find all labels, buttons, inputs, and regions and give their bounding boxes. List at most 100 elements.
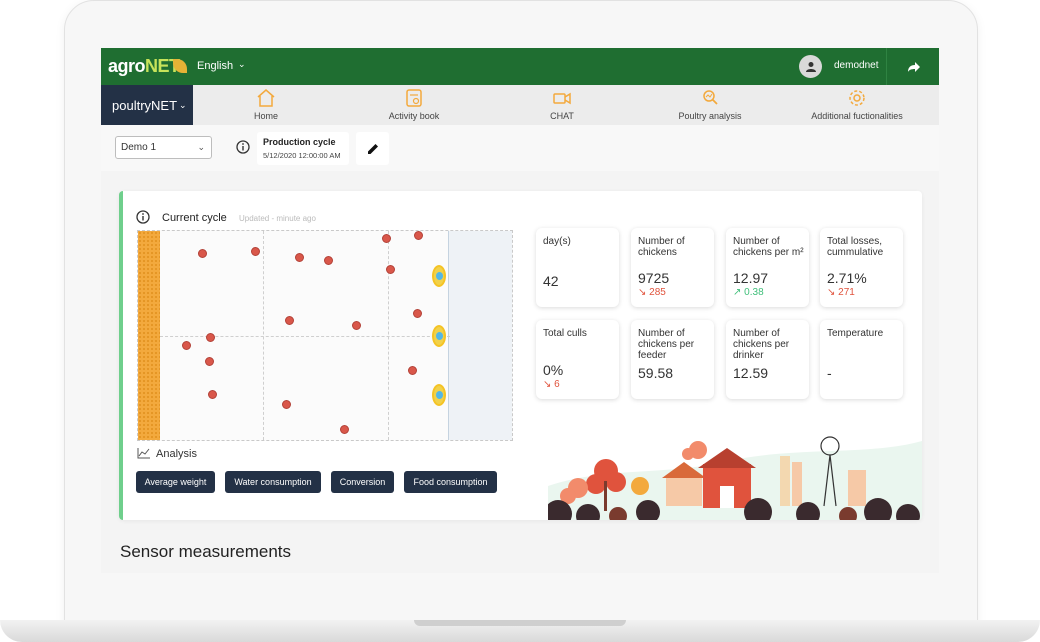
share-arrow-icon — [907, 61, 920, 72]
poultry-analysis-icon — [703, 90, 718, 105]
production-cycle-title: Production cycle — [263, 137, 336, 147]
nav-poultry-analysis-label: Poultry analysis — [678, 111, 742, 121]
stat-label: Total culls — [543, 328, 587, 339]
info-icon[interactable] — [236, 140, 250, 154]
trend-up-icon: ↗ — [733, 287, 742, 298]
stat-tile-culls: Total culls 0% ↘ 6 — [536, 320, 619, 399]
production-cycle-date: 5/12/2020 12:00:00 AM — [263, 151, 341, 160]
nav-activity-book[interactable]: Activity book — [349, 88, 479, 121]
stat-label: day(s) — [543, 236, 571, 247]
stat-tile-days: day(s) 42 — [536, 228, 619, 307]
cycle-select-value: Demo 1 — [121, 142, 157, 153]
current-cycle-title: Current cycle — [162, 212, 227, 224]
stat-label: Number of chickens per drinker — [733, 328, 790, 361]
feeder-strip — [138, 231, 160, 440]
trend-down-icon: ↘ — [827, 287, 836, 298]
stat-label: Temperature — [827, 328, 884, 339]
agronet-logo[interactable]: agroNET — [108, 56, 180, 77]
chicken-marker[interactable] — [285, 316, 294, 325]
nav-home-label: Home — [253, 111, 278, 121]
grid-line — [160, 336, 450, 337]
stat-tile-losses: Total losses, cummulative 2.71% ↘ 271 — [820, 228, 903, 307]
stat-delta: ↘ 285 — [638, 287, 666, 298]
food-consumption-button[interactable]: Food consumption — [404, 471, 497, 493]
chicken-marker[interactable] — [340, 425, 349, 434]
water-consumption-button[interactable]: Water consumption — [225, 471, 321, 493]
cycle-select[interactable]: Demo 1 ⌄ — [115, 136, 212, 159]
main-nav: poultryNET ⌄ Home Activity book CHAT Pou… — [101, 85, 939, 125]
drinker-marker[interactable] — [432, 384, 446, 406]
chicken-marker[interactable] — [414, 231, 423, 240]
chicken-marker[interactable] — [208, 390, 217, 399]
drinker-marker[interactable] — [432, 265, 446, 287]
stat-delta: ↘ 271 — [827, 287, 855, 298]
stat-tile-per-feeder: Number of chickens per feeder 59.58 — [631, 320, 714, 399]
language-selector[interactable]: English — [197, 60, 233, 72]
production-cycle-card: Production cycle 5/12/2020 12:00:00 AM — [257, 132, 349, 165]
cycle-bar: Demo 1 ⌄ Production cycle 5/12/2020 12:0… — [101, 125, 939, 171]
avatar[interactable] — [799, 55, 822, 78]
stat-delta-value: 0.38 — [744, 287, 764, 298]
stat-delta: ↗ 0.38 — [733, 287, 764, 298]
nav-poultry-analysis[interactable]: Poultry analysis — [645, 88, 775, 121]
chicken-marker[interactable] — [386, 265, 395, 274]
chicken-marker[interactable] — [295, 253, 304, 262]
app-selector[interactable]: poultryNET ⌄ — [101, 85, 193, 125]
chicken-marker[interactable] — [282, 400, 291, 409]
stat-value: 2.71% — [827, 270, 867, 286]
nav-home[interactable]: Home — [201, 88, 331, 121]
stat-tile-density: Number of chickens per m² 12.97 ↗ 0.38 — [726, 228, 809, 307]
trend-down-icon: ↘ — [638, 287, 647, 298]
farm-illustration — [548, 436, 922, 520]
chevron-down-icon[interactable]: ⌄ — [238, 59, 246, 70]
barn-map — [137, 230, 513, 441]
chicken-marker[interactable] — [408, 366, 417, 375]
app-screen: agroNET English ⌄ demodnet poultryNET ⌄ H… — [101, 48, 939, 573]
nav-activity-book-label: Activity book — [388, 111, 440, 121]
chicken-marker[interactable] — [413, 309, 422, 318]
chicken-marker[interactable] — [352, 321, 361, 330]
logout-button[interactable] — [886, 48, 939, 85]
top-bar: agroNET English ⌄ demodnet — [101, 48, 939, 85]
chicken-marker[interactable] — [324, 256, 333, 265]
activity-book-icon — [406, 89, 422, 107]
nav-additional[interactable]: Additional fuctionalities — [792, 88, 922, 121]
sensor-measurements-title: Sensor measurements — [120, 542, 292, 561]
stat-value: 59.58 — [638, 365, 674, 381]
stat-label: Number of chickens per m² — [733, 236, 804, 258]
analysis-label: Analysis — [156, 448, 197, 460]
stat-delta-value: 6 — [554, 379, 560, 390]
stat-delta-value: 285 — [649, 287, 666, 298]
username[interactable]: demodnet — [834, 60, 878, 71]
app-selector-label: poultryNET — [112, 97, 178, 113]
trend-down-icon: ↘ — [543, 379, 552, 390]
stat-label: Total losses, cummulative — [827, 236, 884, 258]
stat-value: 42 — [543, 273, 559, 289]
updated-status: Updated - minute ago — [239, 214, 316, 223]
drinker-marker[interactable] — [432, 325, 446, 347]
nav-chat-label: CHAT — [550, 111, 574, 121]
current-cycle-card: Current cycle Updated - minute ago Analy… — [119, 191, 922, 520]
chevron-down-icon: ⌄ — [197, 142, 205, 152]
chicken-marker[interactable] — [251, 247, 260, 256]
chicken-marker[interactable] — [205, 357, 214, 366]
edit-cycle-button[interactable] — [356, 132, 389, 165]
average-weight-button[interactable]: Average weight — [136, 471, 215, 493]
stat-label: Number of chickens — [638, 236, 685, 258]
stat-tile-chickens: Number of chickens 9725 ↘ 285 — [631, 228, 714, 307]
gear-icon — [849, 90, 865, 106]
stat-tile-per-drinker: Number of chickens per drinker 12.59 — [726, 320, 809, 399]
pencil-icon — [367, 143, 378, 154]
stat-delta-value: 271 — [838, 287, 855, 298]
conversion-button[interactable]: Conversion — [331, 471, 394, 493]
video-chat-icon — [553, 92, 571, 105]
stat-value: 12.59 — [733, 365, 769, 381]
stat-label: Number of chickens per feeder — [638, 328, 695, 361]
chicken-marker[interactable] — [182, 341, 191, 350]
chicken-marker[interactable] — [382, 234, 391, 243]
nav-chat[interactable]: CHAT — [497, 88, 627, 121]
chicken-marker[interactable] — [206, 333, 215, 342]
chicken-marker[interactable] — [198, 249, 207, 258]
stat-delta: ↘ 6 — [543, 379, 560, 390]
info-icon[interactable] — [136, 210, 150, 224]
